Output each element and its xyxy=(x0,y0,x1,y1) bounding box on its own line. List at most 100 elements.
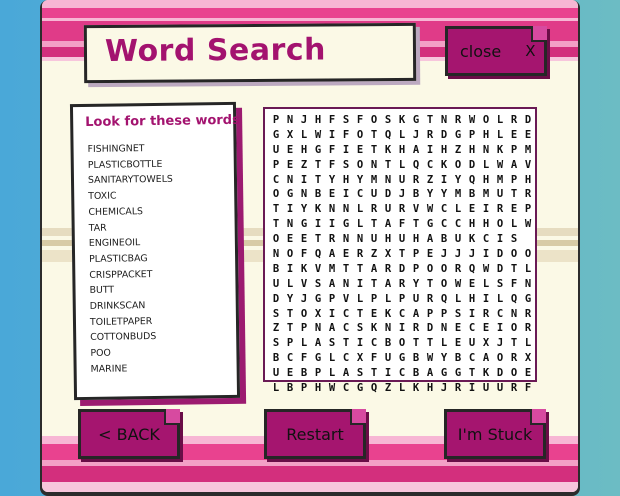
letter-cell[interactable]: Z xyxy=(381,381,395,396)
letter-cell[interactable]: K xyxy=(381,143,395,158)
letter-cell[interactable]: L xyxy=(479,277,493,292)
letter-cell[interactable]: T xyxy=(367,217,381,232)
letter-cell[interactable]: X xyxy=(283,128,297,143)
letter-cell[interactable]: C xyxy=(339,381,353,396)
letter-cell[interactable]: H xyxy=(437,143,451,158)
letter-cell[interactable]: P xyxy=(325,292,339,307)
letter-cell[interactable]: T xyxy=(381,158,395,173)
letter-cell[interactable]: W xyxy=(465,113,479,128)
letter-cell[interactable]: J xyxy=(465,247,479,262)
letter-cell[interactable]: B xyxy=(269,351,283,366)
letter-cell[interactable]: E xyxy=(283,158,297,173)
letter-cell[interactable]: Q xyxy=(311,247,325,262)
letter-cell[interactable]: M xyxy=(479,187,493,202)
letter-cell[interactable]: U xyxy=(451,232,465,247)
letter-cell[interactable]: B xyxy=(409,187,423,202)
letter-cell[interactable]: H xyxy=(395,143,409,158)
letter-cell[interactable]: I xyxy=(339,143,353,158)
letter-cell[interactable]: K xyxy=(465,232,479,247)
letter-cell[interactable]: T xyxy=(367,128,381,143)
letter-cell[interactable]: C xyxy=(465,321,479,336)
letter-cell[interactable]: O xyxy=(367,113,381,128)
letter-cell[interactable]: N xyxy=(381,321,395,336)
letter-cell[interactable]: S xyxy=(325,336,339,351)
letter-cell[interactable]: A xyxy=(381,277,395,292)
letter-cell[interactable]: T xyxy=(269,202,283,217)
letter-cell[interactable]: A xyxy=(339,366,353,381)
letter-cell[interactable]: A xyxy=(311,336,325,351)
letter-cell[interactable]: N xyxy=(339,202,353,217)
letter-cell[interactable]: P xyxy=(521,202,535,217)
letter-cell[interactable]: T xyxy=(311,173,325,188)
letter-cell[interactable]: F xyxy=(297,247,311,262)
letter-cell[interactable]: M xyxy=(367,173,381,188)
letter-cell[interactable]: R xyxy=(423,292,437,307)
letter-cell[interactable]: J xyxy=(297,113,311,128)
letter-cell[interactable]: U xyxy=(395,173,409,188)
letter-cell[interactable]: R xyxy=(451,381,465,396)
letter-cell[interactable]: I xyxy=(325,217,339,232)
letter-cell[interactable]: T xyxy=(339,262,353,277)
letter-cell[interactable]: P xyxy=(367,292,381,307)
letter-cell[interactable]: R xyxy=(395,277,409,292)
letter-cell[interactable]: K xyxy=(381,307,395,322)
letter-cell[interactable]: U xyxy=(409,292,423,307)
letter-cell[interactable]: W xyxy=(423,351,437,366)
letter-cell[interactable]: P xyxy=(395,292,409,307)
letter-cell[interactable]: O xyxy=(353,128,367,143)
letter-cell[interactable]: X xyxy=(381,247,395,262)
letter-cell[interactable]: I xyxy=(353,336,367,351)
letter-cell[interactable]: L xyxy=(325,366,339,381)
letter-cell[interactable]: A xyxy=(423,366,437,381)
letter-cell[interactable]: A xyxy=(325,277,339,292)
letter-cell[interactable]: L xyxy=(451,292,465,307)
letter-cell[interactable]: C xyxy=(493,307,507,322)
letter-cell[interactable]: H xyxy=(465,143,479,158)
letter-cell[interactable]: J xyxy=(297,292,311,307)
letter-cell[interactable]: I xyxy=(465,307,479,322)
letter-cell[interactable]: X xyxy=(479,336,493,351)
letter-cell[interactable]: I xyxy=(493,321,507,336)
letter-cell[interactable]: T xyxy=(367,143,381,158)
letter-cell[interactable]: J xyxy=(437,247,451,262)
letter-cell[interactable]: T xyxy=(283,307,297,322)
letter-cell[interactable]: R xyxy=(381,262,395,277)
letter-cell[interactable]: B xyxy=(409,366,423,381)
letter-cell[interactable]: Y xyxy=(283,292,297,307)
letter-cell[interactable]: O xyxy=(437,277,451,292)
letter-cell[interactable]: G xyxy=(521,292,535,307)
letter-cell[interactable]: L xyxy=(493,292,507,307)
letter-cell[interactable]: W xyxy=(325,381,339,396)
letter-cell[interactable]: D xyxy=(465,158,479,173)
letter-cell[interactable]: Y xyxy=(325,173,339,188)
letter-cell[interactable]: L xyxy=(521,336,535,351)
letter-cell[interactable]: C xyxy=(437,202,451,217)
letter-cell[interactable]: S xyxy=(339,113,353,128)
letter-cell[interactable]: Q xyxy=(367,381,381,396)
letter-cell[interactable]: C xyxy=(479,232,493,247)
letter-cell[interactable]: T xyxy=(353,262,367,277)
letter-cell[interactable]: U xyxy=(493,187,507,202)
letter-cell[interactable]: F xyxy=(367,351,381,366)
letter-cell[interactable]: C xyxy=(283,351,297,366)
letter-cell[interactable]: I xyxy=(325,128,339,143)
letter-cell[interactable]: P xyxy=(283,336,297,351)
letter-cell[interactable]: I xyxy=(479,202,493,217)
letter-cell[interactable]: N xyxy=(283,217,297,232)
letter-cell[interactable]: P xyxy=(507,173,521,188)
letter-cell[interactable]: B xyxy=(311,187,325,202)
letter-cell[interactable]: Y xyxy=(437,187,451,202)
letter-cell[interactable]: A xyxy=(367,262,381,277)
letter-cell[interactable]: C xyxy=(367,336,381,351)
letter-cell[interactable]: B xyxy=(297,366,311,381)
letter-cell[interactable]: K xyxy=(311,202,325,217)
letter-cell[interactable]: H xyxy=(311,113,325,128)
letter-cell[interactable]: I xyxy=(493,232,507,247)
letter-cell[interactable]: A xyxy=(507,158,521,173)
letter-cell[interactable]: G xyxy=(311,143,325,158)
letter-cell[interactable]: Z xyxy=(423,173,437,188)
letter-cell[interactable]: R xyxy=(479,307,493,322)
letter-cell[interactable]: U xyxy=(381,202,395,217)
letter-cell[interactable]: D xyxy=(437,128,451,143)
letter-cell[interactable]: N xyxy=(311,321,325,336)
